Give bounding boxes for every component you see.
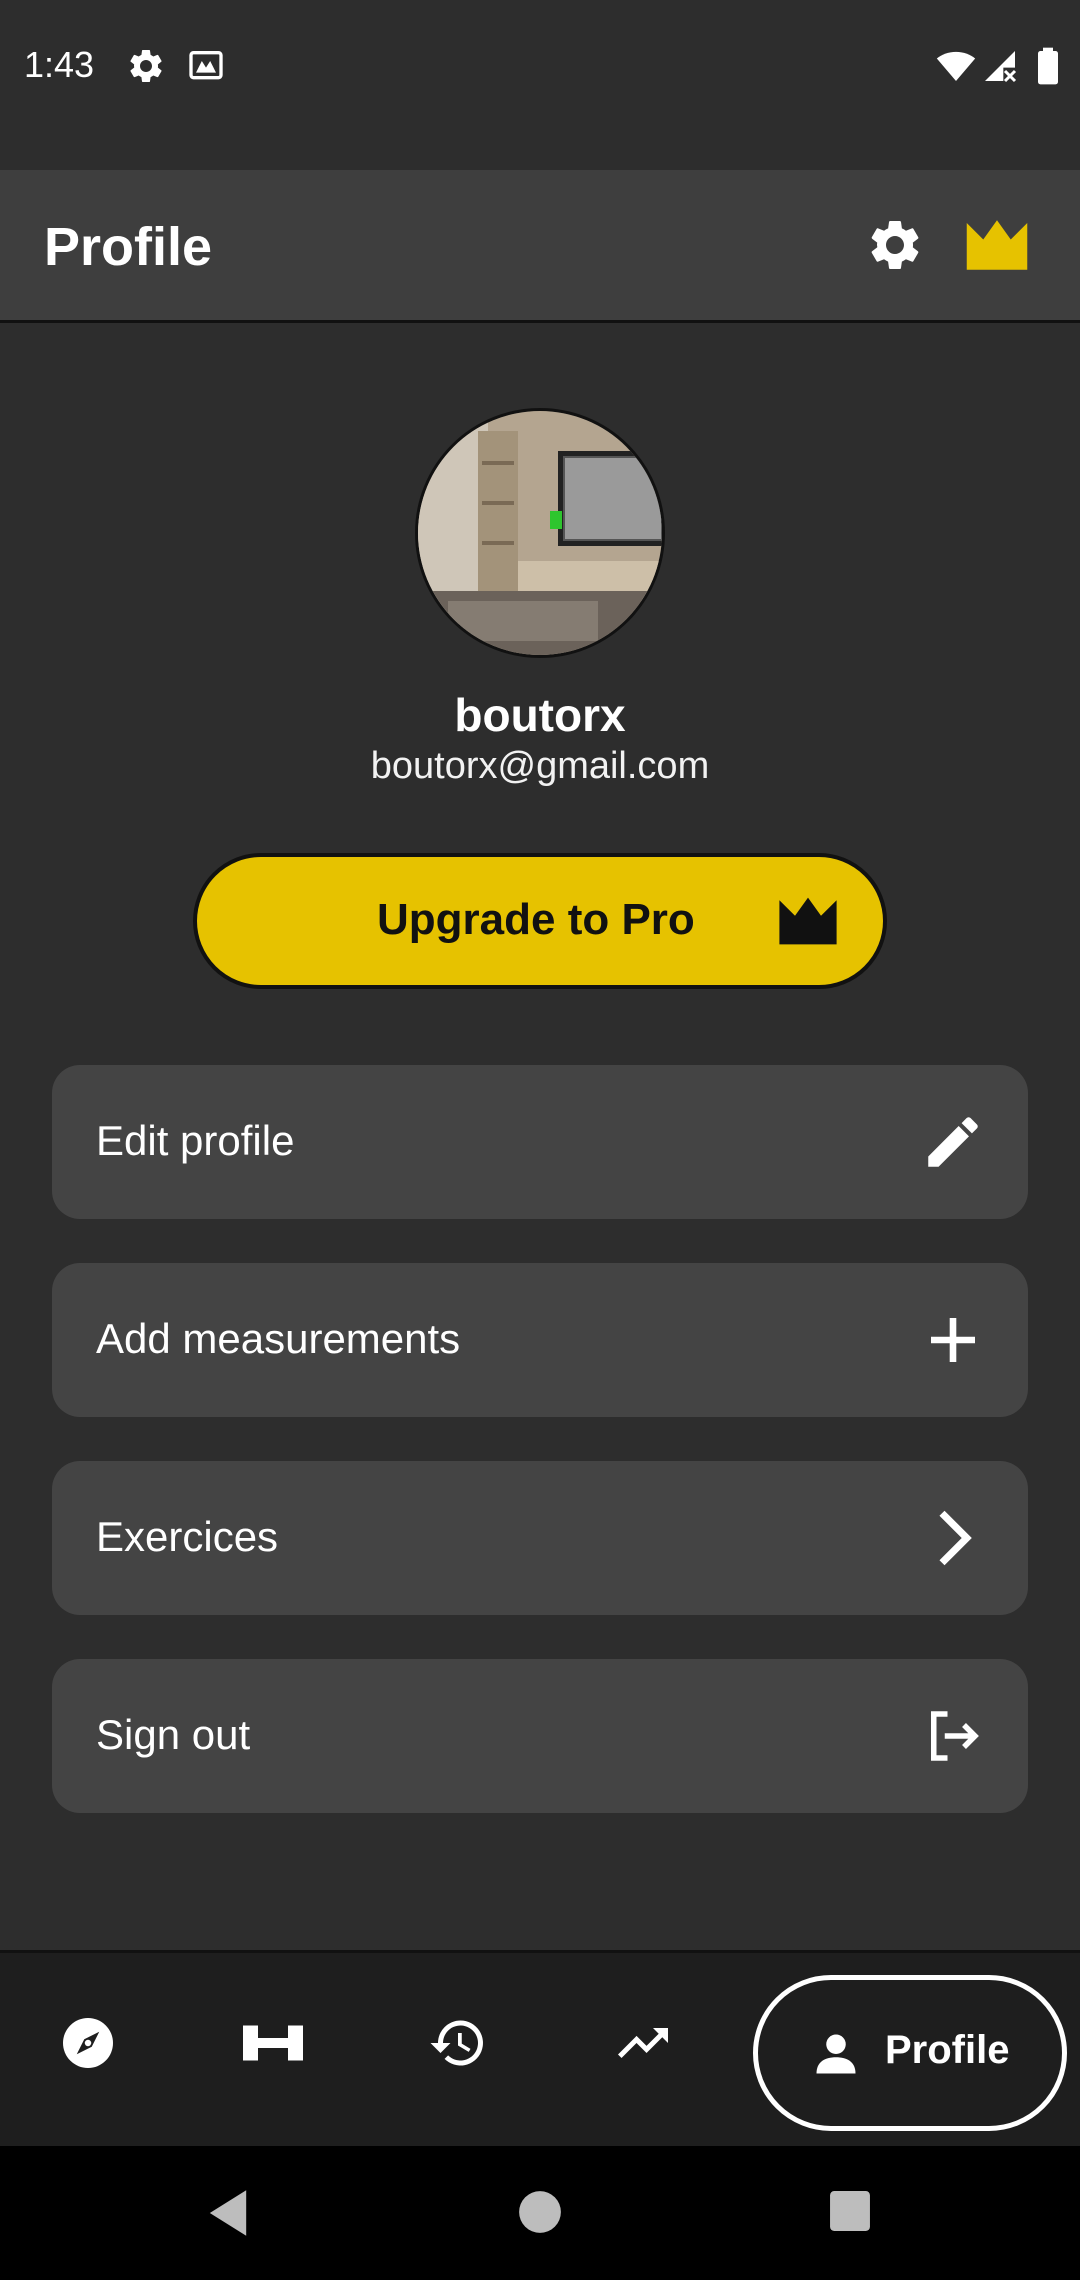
bottom-nav: Profile	[0, 1950, 1080, 2149]
avatar-image	[418, 411, 662, 655]
settings-button[interactable]	[862, 212, 928, 278]
recents-button[interactable]	[829, 2190, 871, 2232]
nav-profile[interactable]: Profile	[753, 1975, 1067, 2131]
gear-icon	[871, 221, 919, 269]
status-time: 1:43	[24, 44, 95, 85]
pencil-icon	[928, 1117, 978, 1167]
avatar[interactable]	[415, 408, 665, 658]
sign-out-button[interactable]: Sign out	[52, 1659, 1028, 1813]
email: boutorx@gmail.com	[370, 745, 710, 787]
menu-item-label: Add measurements	[96, 1315, 461, 1362]
add-measurements-button[interactable]: Add measurements	[52, 1263, 1028, 1417]
gallery-icon	[189, 51, 223, 80]
home-button[interactable]	[518, 2190, 562, 2234]
edit-profile-button[interactable]: Edit profile	[52, 1065, 1028, 1219]
nav-workouts[interactable]	[233, 2003, 313, 2083]
person-icon	[816, 2034, 856, 2074]
system-nav-bar	[0, 2146, 1080, 2280]
status-bar: 1:43	[0, 0, 1080, 170]
logout-icon	[931, 1711, 979, 1761]
menu-item-label: Edit profile	[96, 1117, 295, 1164]
wifi-icon	[936, 51, 976, 81]
compass-icon	[63, 2018, 113, 2068]
upgrade-to-pro-button[interactable]: Upgrade to Pro	[193, 853, 887, 989]
menu-item-label: Exercices	[96, 1513, 279, 1560]
chevron-right-icon	[939, 1510, 972, 1566]
menu-item-label: Sign out	[96, 1711, 251, 1758]
app-bar: Profile	[0, 170, 1080, 323]
dumbbell-icon	[243, 2025, 303, 2061]
history-icon	[430, 2020, 483, 2066]
plus-icon	[931, 1318, 975, 1362]
battery-icon	[1038, 47, 1058, 85]
upgrade-label: Upgrade to Pro	[377, 895, 695, 944]
trending-up-icon	[618, 2028, 668, 2058]
nav-history[interactable]	[418, 2003, 498, 2083]
nav-progress[interactable]	[603, 2003, 683, 2083]
signal-icon	[985, 51, 1017, 83]
exercices-button[interactable]: Exercices	[52, 1461, 1028, 1615]
crown-icon	[966, 220, 1028, 270]
nav-explore[interactable]	[48, 2003, 128, 2083]
profile-screen: 1:43 Profile boutorx boutorx@gmail.com U…	[0, 0, 1080, 2280]
back-button[interactable]	[205, 2188, 251, 2238]
nav-profile-label: Profile	[885, 2028, 1010, 2072]
crown-icon	[779, 897, 837, 945]
settings-icon	[130, 49, 162, 82]
username: boutorx	[454, 689, 626, 741]
pro-crown-button[interactable]	[964, 212, 1030, 278]
page-title: Profile	[44, 217, 213, 277]
